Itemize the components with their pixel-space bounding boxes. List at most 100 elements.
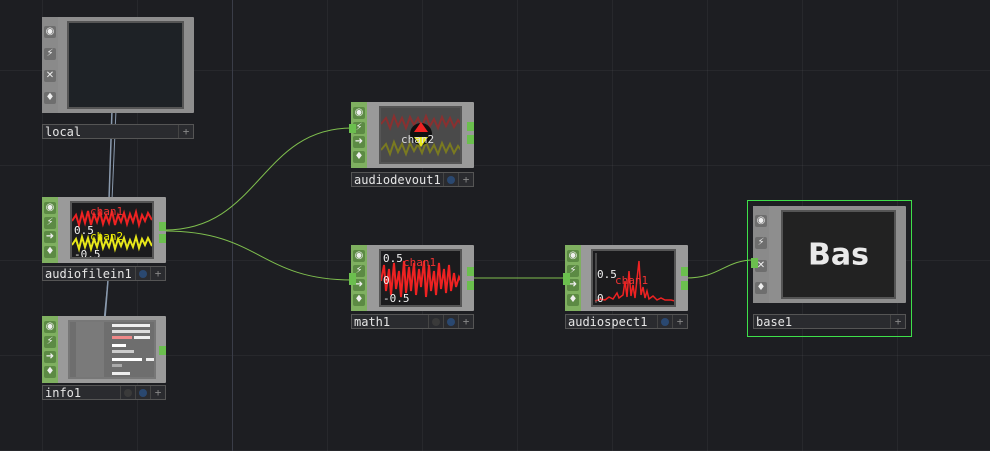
node-info1-namebar[interactable]: info1 + <box>42 385 166 400</box>
output-port[interactable] <box>467 267 474 276</box>
viewer-flag-icon[interactable]: ◉ <box>755 215 767 228</box>
add-icon[interactable]: + <box>458 173 473 186</box>
info-table-preview <box>76 322 154 377</box>
output-port[interactable] <box>159 222 166 231</box>
clone-flag-icon[interactable]: ♦ <box>755 281 767 294</box>
node-info1-viewer[interactable] <box>68 320 156 379</box>
bypass-flag-icon[interactable]: ⚡ <box>44 48 56 60</box>
node-math1-frame: ◉ ⚡ ➜ ♦ 0.5 chan1 0 -0.5 <box>349 245 474 311</box>
node-local-viewer[interactable] <box>67 21 184 109</box>
node-audiodevout1-frame: ◉ ⚡ ➜ ♦ chan2 <box>349 102 474 168</box>
node-audiofilein1-frame: ◉ ⚡ ➜ ♦ chan1 0.5 chan2 -0.5 <box>42 197 166 263</box>
node-audiospect1-viewer[interactable]: 0.5 chan1 0 <box>591 249 676 307</box>
axis-label: -0.5 <box>383 292 410 305</box>
node-name[interactable]: audiospect1 <box>566 315 657 329</box>
add-icon[interactable]: + <box>672 315 687 328</box>
node-audiospect1-namebar[interactable]: audiospect1 + <box>565 314 688 329</box>
clone-flag-icon[interactable]: ♦ <box>44 92 56 104</box>
viewer-flag-icon[interactable]: ◉ <box>44 321 56 334</box>
output-port[interactable] <box>467 135 474 144</box>
node-audiofilein1-namebar[interactable]: audiofilein1 + <box>42 266 166 281</box>
node-name[interactable]: math1 <box>352 315 428 329</box>
node-info1-flags: ◉ ⚡ ➜ ♦ <box>42 316 58 383</box>
viewer-flag-icon[interactable]: ◉ <box>44 26 56 38</box>
channel-label: chan2 <box>401 133 435 146</box>
add-icon[interactable]: + <box>890 315 905 328</box>
channel-label: chan1 <box>403 256 437 269</box>
clone-flag-icon[interactable]: ♦ <box>44 245 56 258</box>
view-dot-icon[interactable] <box>120 386 135 399</box>
node-local-namebar[interactable]: local + <box>42 124 194 139</box>
node-name[interactable]: info1 <box>43 386 120 400</box>
display-dot-icon[interactable] <box>443 173 458 186</box>
display-flag-icon[interactable]: ➜ <box>44 231 56 244</box>
display-dot-icon[interactable] <box>135 267 150 280</box>
input-port[interactable] <box>349 124 356 133</box>
display-flag-icon[interactable]: ➜ <box>353 136 365 149</box>
channel-label: chan1 <box>90 205 124 218</box>
node-audiodevout1-namebar[interactable]: audiodevout1 + <box>351 172 474 187</box>
node-base1-flags: ◉ ⚡ ✕ ♦ <box>753 206 769 303</box>
node-audiospect1[interactable]: ◉ ⚡ ➜ ♦ 0.5 chan1 0 audiospect1 + <box>563 245 688 330</box>
display-dot-icon[interactable] <box>657 315 672 328</box>
node-local[interactable]: ◉ ⚡ ✕ ♦ local + <box>42 17 194 141</box>
input-port[interactable] <box>751 258 758 268</box>
lock-flag-icon[interactable]: ✕ <box>44 70 56 82</box>
node-audiodevout1[interactable]: ◉ ⚡ ➜ ♦ chan2 audiodevout1 + <box>349 102 474 188</box>
viewer-flag-icon[interactable]: ◉ <box>353 107 365 120</box>
viewer-flag-icon[interactable]: ◉ <box>353 250 365 263</box>
bypass-flag-icon[interactable]: ⚡ <box>44 216 56 229</box>
channel-label: chan2 <box>90 230 124 243</box>
view-dot-icon[interactable] <box>428 315 443 328</box>
node-base1-frame: ◉ ⚡ ✕ ♦ Bas <box>751 206 906 303</box>
add-icon[interactable]: + <box>150 386 165 399</box>
display-flag-icon[interactable]: ➜ <box>44 350 56 363</box>
viewer-flag-icon[interactable]: ◉ <box>44 202 56 215</box>
node-audiospect1-frame: ◉ ⚡ ➜ ♦ 0.5 chan1 0 <box>563 245 688 311</box>
node-audiodevout1-flags: ◉ ⚡ ➜ ♦ <box>351 102 367 168</box>
clone-flag-icon[interactable]: ♦ <box>353 150 365 163</box>
node-info1-frame: ◉ ⚡ ➜ ♦ <box>42 316 166 383</box>
add-icon[interactable]: + <box>178 125 193 138</box>
channel-label: chan1 <box>615 274 649 287</box>
node-name[interactable]: audiodevout1 <box>352 173 443 187</box>
clone-flag-icon[interactable]: ♦ <box>353 293 365 306</box>
node-audiodevout1-viewer[interactable]: chan2 <box>379 106 462 164</box>
output-port[interactable] <box>159 346 166 355</box>
viewer-flag-icon[interactable]: ◉ <box>567 250 579 263</box>
base1-preview-text: Bas <box>808 237 869 272</box>
node-audiofilein1-viewer[interactable]: chan1 0.5 chan2 -0.5 <box>70 201 154 259</box>
axis-label: 0 <box>383 274 390 287</box>
node-audiofilein1[interactable]: ◉ ⚡ ➜ ♦ chan1 0.5 chan2 -0.5 audiofilein… <box>42 197 166 282</box>
display-dot-icon[interactable] <box>443 315 458 328</box>
display-dot-icon[interactable] <box>135 386 150 399</box>
node-name[interactable]: local <box>43 125 178 139</box>
clone-flag-icon[interactable]: ♦ <box>44 365 56 378</box>
node-base1-viewer[interactable]: Bas <box>781 210 896 299</box>
node-math1-viewer[interactable]: 0.5 chan1 0 -0.5 <box>379 249 462 307</box>
node-base1[interactable]: ◉ ⚡ ✕ ♦ Bas base1 + <box>751 206 906 332</box>
node-math1-namebar[interactable]: math1 + <box>351 314 474 329</box>
add-icon[interactable]: + <box>150 267 165 280</box>
clone-flag-icon[interactable]: ♦ <box>567 293 579 306</box>
input-port[interactable] <box>349 273 356 285</box>
node-math1[interactable]: ◉ ⚡ ➜ ♦ 0.5 chan1 0 -0.5 math1 + <box>349 245 474 330</box>
output-port[interactable] <box>681 281 688 290</box>
output-port[interactable] <box>467 122 474 131</box>
node-info1[interactable]: ◉ ⚡ ➜ ♦ info1 + <box>42 316 166 402</box>
node-name[interactable]: audiofilein1 <box>43 267 135 281</box>
add-icon[interactable]: + <box>458 315 473 328</box>
node-name[interactable]: base1 <box>754 315 890 329</box>
input-port[interactable] <box>563 273 570 285</box>
output-port[interactable] <box>159 234 166 243</box>
bypass-flag-icon[interactable]: ⚡ <box>755 237 767 250</box>
node-base1-namebar[interactable]: base1 + <box>753 314 906 329</box>
bypass-flag-icon[interactable]: ⚡ <box>44 336 56 349</box>
output-port[interactable] <box>681 267 688 276</box>
wire-audiospect1-base1 <box>685 259 755 279</box>
output-port[interactable] <box>467 281 474 290</box>
node-local-frame: ◉ ⚡ ✕ ♦ <box>42 17 194 113</box>
wire-audiofilein1-audiodevout1 <box>164 127 353 231</box>
node-local-flags: ◉ ⚡ ✕ ♦ <box>42 17 58 113</box>
axis-label: 0.5 <box>383 252 403 265</box>
